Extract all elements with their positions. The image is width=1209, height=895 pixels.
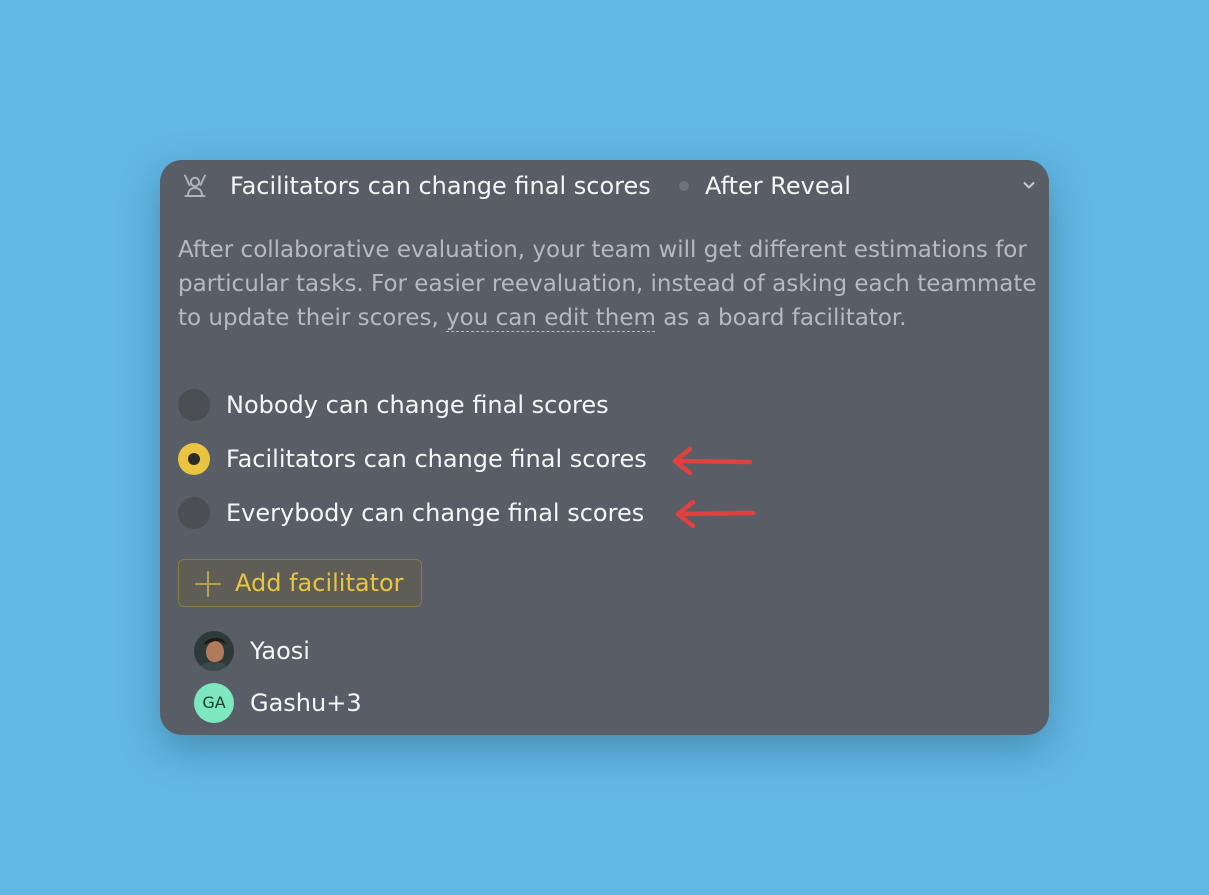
edit-scores-link[interactable]: you can edit them	[446, 305, 656, 331]
annotation-arrow-icon	[672, 446, 753, 476]
option-label: Everybody can change final scores	[226, 499, 645, 527]
setting-timing: After Reveal	[705, 172, 851, 200]
radio-button-selected[interactable]	[178, 443, 210, 475]
annotation-arrow-icon	[675, 499, 756, 529]
add-facilitator-button[interactable]: Add facilitator	[178, 559, 422, 607]
facilitator-settings-panel: Facilitators can change final scores Aft…	[160, 160, 1049, 735]
chevron-down-icon[interactable]	[1021, 177, 1037, 193]
plus-icon	[195, 571, 221, 597]
avatar	[194, 631, 234, 671]
option-label: Facilitators can change final scores	[226, 445, 647, 473]
facilitator-icon	[184, 174, 206, 197]
separator-dot	[679, 181, 689, 191]
user-photo-icon	[194, 631, 234, 671]
avatar-initials: GA	[194, 683, 234, 723]
setting-description: After collaborative evaluation, your tea…	[178, 233, 1038, 335]
radio-button[interactable]	[178, 389, 210, 421]
setting-title: Facilitators can change final scores	[230, 172, 651, 200]
facilitator-name: Gashu+3	[250, 689, 362, 717]
add-facilitator-label: Add facilitator	[235, 569, 404, 597]
option-label: Nobody can change final scores	[226, 391, 609, 419]
radio-button[interactable]	[178, 497, 210, 529]
description-text-end: as a board facilitator.	[655, 305, 907, 331]
facilitator-name: Yaosi	[250, 637, 310, 665]
setting-header[interactable]: Facilitators can change final scores Aft…	[160, 160, 1049, 212]
